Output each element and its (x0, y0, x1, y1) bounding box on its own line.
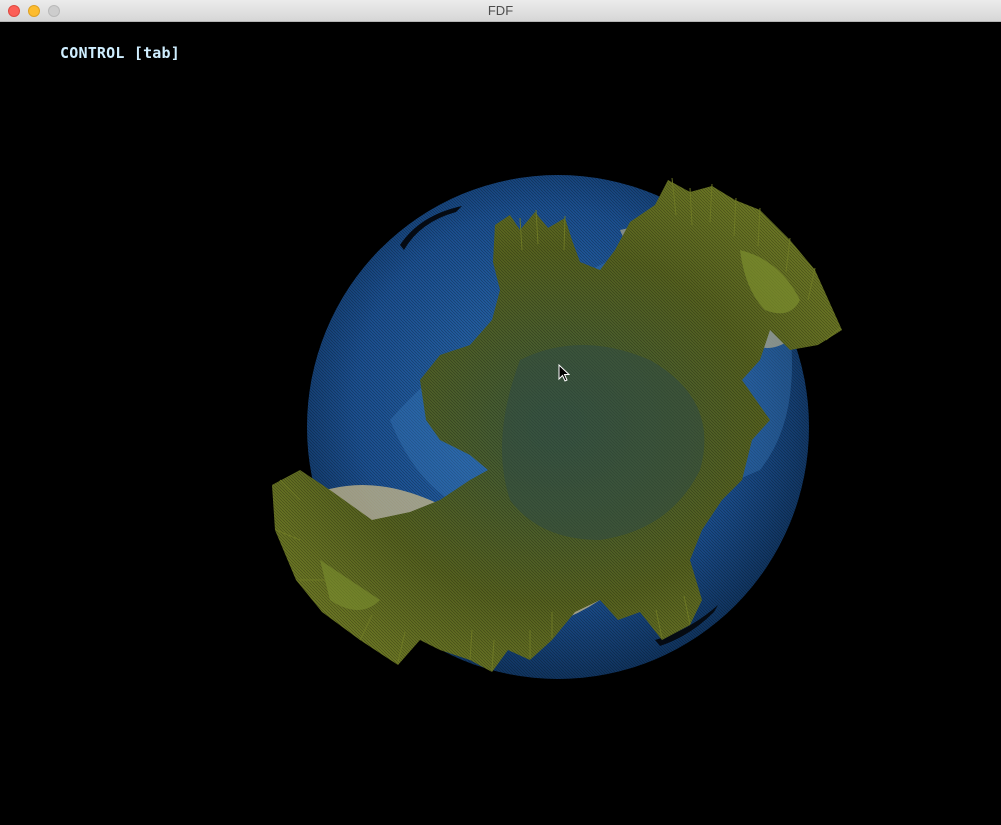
wireframe-globe (272, 175, 842, 679)
fdf-window: FDF CONTROL [tab] (0, 0, 1001, 825)
mouse-pointer-icon (558, 364, 570, 382)
control-hint: CONTROL [tab] (60, 44, 180, 62)
